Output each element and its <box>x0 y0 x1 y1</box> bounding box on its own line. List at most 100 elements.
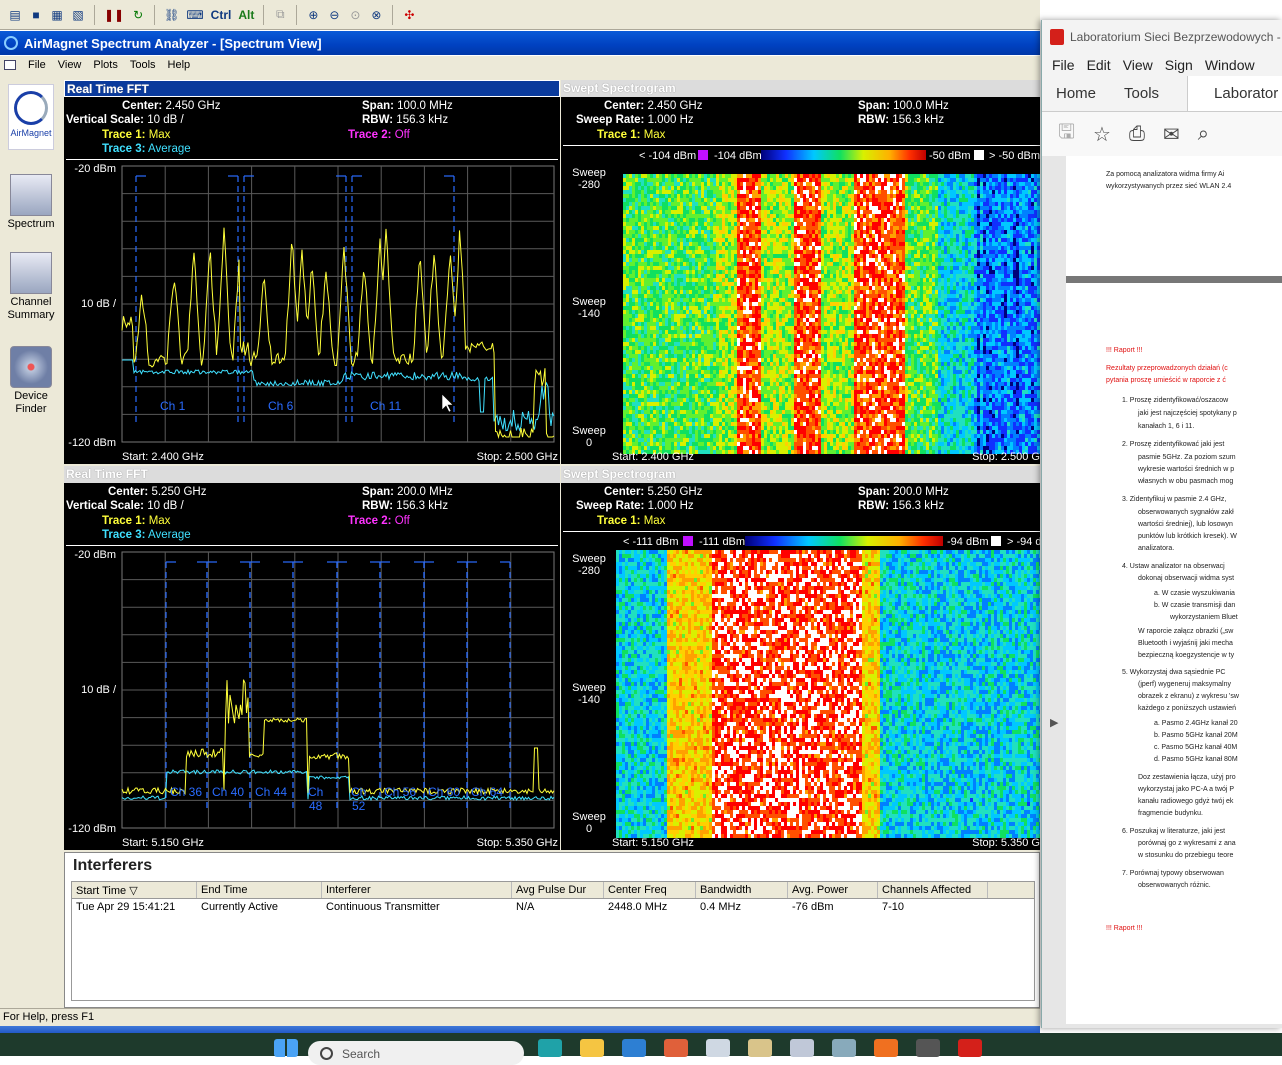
heatmap-cell <box>641 210 644 214</box>
heatmap-cell <box>761 278 764 282</box>
heatmap-cell <box>674 282 677 286</box>
heatmap-cell <box>752 218 755 222</box>
zoom-fit-icon[interactable]: ⊙ <box>346 6 364 24</box>
heatmap-cell <box>734 254 737 258</box>
heatmap-cell <box>674 406 677 410</box>
nav-channel-summary-label-2: Summary <box>5 309 57 322</box>
heatmap-cell <box>740 326 743 330</box>
heatmap-cell <box>650 266 653 270</box>
heatmap-cell <box>818 186 821 190</box>
heatmap-cell <box>644 386 647 390</box>
refresh-icon[interactable]: ↻ <box>129 6 147 24</box>
export-icon[interactable]: ▧ <box>69 6 87 24</box>
heatmap-cell <box>743 226 746 230</box>
heatmap-cell <box>746 394 749 398</box>
fft-plot-2-4ghz[interactable]: -20 dBm 10 dB / -120 dBm Ch 1 Ch 6 Ch 11… <box>64 162 560 462</box>
heatmap-cell <box>716 446 719 450</box>
heatmap-cell <box>725 438 728 442</box>
heatmap-cell <box>680 230 683 234</box>
menu-plots[interactable]: Plots <box>87 59 123 71</box>
heatmap-cell <box>707 262 710 266</box>
menu-tools[interactable]: Tools <box>124 59 162 71</box>
nav-device-finder[interactable]: Device Finder <box>5 346 57 416</box>
print-preview-icon[interactable]: ▦ <box>48 6 66 24</box>
heatmap-cell <box>689 318 692 322</box>
heatmap-cell <box>704 450 707 454</box>
heatmap-cell <box>677 390 680 394</box>
heatmap-cell <box>779 402 782 406</box>
heatmap-cell <box>671 182 674 186</box>
new-icon[interactable]: ▤ <box>6 6 24 24</box>
heatmap-cell <box>794 206 797 210</box>
ctrl-button[interactable]: Ctrl <box>209 6 234 24</box>
heatmap-cell <box>632 310 635 314</box>
zoom-out-icon[interactable]: ⊖ <box>325 6 343 24</box>
marker-icon[interactable]: ✣ <box>400 6 418 24</box>
heatmap-cell <box>755 298 758 302</box>
heatmap-cell <box>695 226 698 230</box>
heatmap-cell <box>815 338 818 342</box>
heatmap-cell <box>716 410 719 414</box>
heatmap-cell <box>683 414 686 418</box>
spectrogram-plot-2-4ghz[interactable]: < -104 dBm -104 dBm -50 dBm > -50 dBm Sw… <box>561 148 1040 462</box>
heatmap-cell <box>710 330 713 334</box>
heatmap-cell <box>716 342 719 346</box>
heatmap-cell <box>767 226 770 230</box>
heatmap-cell <box>773 254 776 258</box>
heatmap-cell <box>710 254 713 258</box>
spectrogram-panel-2-4ghz[interactable]: Swept Spectrogram Center: 2.450 GHz Span… <box>561 80 1040 464</box>
zoom-reset-icon[interactable]: ⊗ <box>367 6 385 24</box>
zoom-in-icon[interactable]: ⊕ <box>304 6 322 24</box>
heatmap-cell <box>803 374 806 378</box>
heatmap-cell <box>692 378 695 382</box>
heatmap-cell <box>641 206 644 210</box>
keyboard-icon[interactable]: ⌨ <box>184 6 205 24</box>
x-start-label: Start: 2.400 GHz <box>122 451 204 462</box>
heatmap-cell <box>692 242 695 246</box>
heatmap-cell <box>662 370 665 374</box>
heatmap-cell <box>725 318 728 322</box>
heatmap-cell <box>692 306 695 310</box>
heatmap-cell <box>665 186 668 190</box>
save-icon[interactable]: ■ <box>27 6 45 24</box>
heatmap-cell <box>785 366 788 370</box>
rbw-value: 156.3 kHz <box>892 114 944 126</box>
heatmap-cell <box>686 350 689 354</box>
heatmap-cell <box>806 378 809 382</box>
menu-view[interactable]: View <box>52 59 88 71</box>
heatmap-cell <box>701 370 704 374</box>
nav-channel-summary[interactable]: Channel Summary <box>5 252 57 322</box>
heatmap-cell <box>734 390 737 394</box>
heatmap-cell <box>830 242 833 246</box>
copy-icon[interactable]: ⧉ <box>271 6 289 24</box>
heatmap-cell <box>656 302 659 306</box>
heatmap-cell <box>635 426 638 430</box>
heatmap-cell <box>785 258 788 262</box>
heatmap-cell <box>683 334 686 338</box>
menu-help[interactable]: Help <box>162 59 197 71</box>
heatmap-cell <box>785 330 788 334</box>
heatmap-cell <box>806 202 809 206</box>
heatmap-cell <box>788 218 791 222</box>
heatmap-cell <box>824 274 827 278</box>
menu-file[interactable]: File <box>22 59 52 71</box>
nav-spectrum[interactable]: Spectrum <box>5 174 57 231</box>
link-icon[interactable]: ⛓ <box>162 6 181 24</box>
heatmap-cell <box>830 294 833 298</box>
heatmap-cell <box>749 246 752 250</box>
document-icon[interactable] <box>4 60 16 70</box>
heatmap-cell <box>674 306 677 310</box>
app-icon[interactable] <box>4 36 18 50</box>
heatmap-cell <box>725 314 728 318</box>
heatmap-cell <box>662 338 665 342</box>
heatmap-cell <box>770 178 773 182</box>
pause-icon[interactable]: ❚❚ <box>102 6 126 24</box>
heatmap-cell <box>815 422 818 426</box>
fft-panel-2-4ghz[interactable]: Real Time FFT Center: 2.450 GHz Span: 10… <box>64 80 560 464</box>
heatmap-cell <box>749 230 752 234</box>
heatmap-cell <box>746 222 749 226</box>
heatmap-cell <box>668 338 671 342</box>
heatmap-cell <box>755 442 758 446</box>
alt-button[interactable]: Alt <box>236 6 256 24</box>
heatmap-cell <box>689 382 692 386</box>
